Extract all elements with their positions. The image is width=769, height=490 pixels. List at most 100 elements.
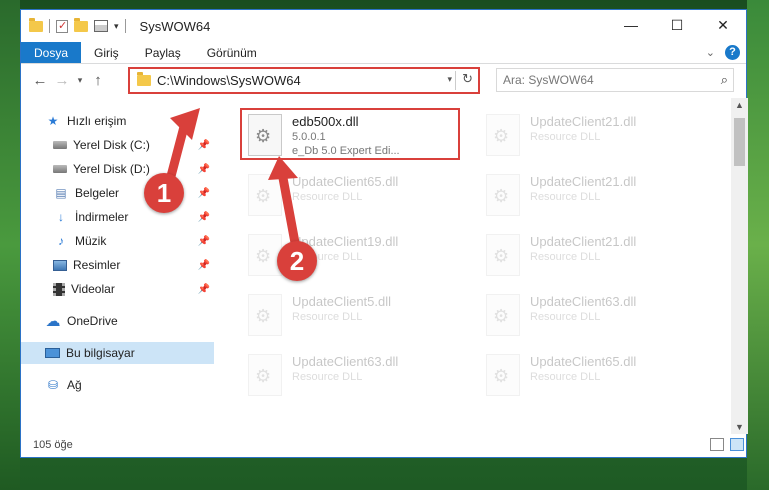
file-item[interactable]: UpdateClient19.dllResource DLL <box>242 230 462 282</box>
file-item[interactable]: UpdateClient5.dll Resource DLL <box>242 290 462 342</box>
network-icon: ⛁ <box>47 378 59 392</box>
file-item[interactable]: UpdateClient21.dll Resource DLL <box>480 230 700 282</box>
status-bar: 105 öğe <box>21 433 748 457</box>
sidebar-item-downloads[interactable]: ↓ İndirmeler 📌 <box>21 206 214 228</box>
dll-file-icon <box>486 174 520 216</box>
toolbar-divider <box>124 19 126 33</box>
back-button[interactable]: ← <box>29 72 51 89</box>
file-description: Resource DLL <box>292 311 363 323</box>
tab-file[interactable]: Dosya <box>21 42 82 63</box>
tab-view[interactable]: Görünüm <box>194 42 270 63</box>
address-dropdown-icon[interactable]: ▾ <box>447 74 452 85</box>
computer-icon <box>45 348 60 358</box>
window-controls: — ☐ ✕ <box>608 10 746 40</box>
ribbon-tabs: Dosya Giriş Paylaş Görünüm ⌄ ? <box>21 42 746 64</box>
minimize-button[interactable]: — <box>608 10 654 40</box>
main-content: ★ Hızlı erişim Yerel Disk (C:) 📌 Yerel D… <box>21 98 748 434</box>
sidebar-item-quick-access[interactable]: ★ Hızlı erişim <box>21 110 214 132</box>
pin-icon[interactable]: 📌 <box>198 188 210 199</box>
sidebar-item-pictures[interactable]: Resimler 📌 <box>21 254 214 276</box>
ribbon-right-controls: ⌄ ? <box>706 45 740 60</box>
file-item[interactable]: UpdateClient21.dll Resource DLL <box>480 110 700 162</box>
pin-icon[interactable]: 📌 <box>198 260 210 271</box>
file-description: e_Db 5.0 Expert Edi... <box>292 145 400 157</box>
pin-icon[interactable]: 📌 <box>198 212 210 223</box>
pin-icon[interactable]: 📌 <box>198 164 210 175</box>
close-button[interactable]: ✕ <box>700 10 746 40</box>
search-input[interactable]: Ara: SysWOW64 ⌕ <box>496 68 734 92</box>
address-divider <box>455 71 456 90</box>
maximize-button[interactable]: ☐ <box>654 10 700 40</box>
customize-toolbar-dropdown[interactable]: ▾ <box>114 21 119 32</box>
pin-icon[interactable]: 📌 <box>198 236 210 247</box>
large-icons-view-icon[interactable] <box>730 438 744 451</box>
desktop-background-right <box>747 0 769 490</box>
file-description: Resource DLL <box>530 371 601 383</box>
star-icon: ★ <box>47 114 59 128</box>
scrollbar-thumb[interactable] <box>734 118 745 166</box>
tab-home[interactable]: Giriş <box>81 42 132 63</box>
sidebar-item-label: Yerel Disk (D:) <box>73 162 150 176</box>
title-bar: ▾ SysWOW64 — ☐ ✕ <box>21 10 746 42</box>
search-icon[interactable]: ⌕ <box>721 69 728 91</box>
toolbar-divider <box>49 19 50 33</box>
file-item[interactable]: UpdateClient21.dll Resource DLL <box>480 170 700 222</box>
sidebar-item-label: Ağ <box>67 378 82 392</box>
pin-icon[interactable]: 📌 <box>198 284 210 295</box>
file-name: UpdateClient5.dll <box>292 294 392 309</box>
sidebar-item-documents[interactable]: ▤ Belgeler 📌 <box>21 182 214 204</box>
expand-ribbon-chevron-icon[interactable]: ⌄ <box>706 46 715 59</box>
refresh-icon[interactable]: ↻ <box>462 71 473 87</box>
file-item[interactable]: UpdateClient65.dll Resource DLL <box>242 170 462 222</box>
scroll-down-icon[interactable]: ▼ <box>731 422 748 432</box>
file-name: UpdateClient63.dll <box>292 354 399 369</box>
details-view-icon[interactable] <box>710 438 724 451</box>
file-item-edb500x[interactable]: edb500x.dll 5.0.0.1 e_Db 5.0 Expert Edi.… <box>240 108 460 160</box>
view-options-icon[interactable] <box>94 20 108 32</box>
sidebar-item-label: İndirmeler <box>75 210 129 224</box>
search-placeholder: Ara: SysWOW64 <box>503 73 594 87</box>
tab-share[interactable]: Paylaş <box>132 42 194 63</box>
sidebar-item-label: Hızlı erişim <box>67 114 127 128</box>
file-item[interactable]: UpdateClient65.dll Resource DLL <box>480 350 700 402</box>
window-title: SysWOW64 <box>139 18 211 34</box>
sidebar-item-label: Bu bilgisayar <box>66 346 135 360</box>
callout-badge-2: 2 <box>277 241 317 281</box>
sidebar-item-this-pc[interactable]: Bu bilgisayar <box>21 342 214 364</box>
properties-check-icon[interactable] <box>56 19 68 33</box>
file-item[interactable]: UpdateClient63.dll Resource DLL <box>480 290 700 342</box>
sidebar-item-music[interactable]: ♪ Müzik 📌 <box>21 230 214 252</box>
sidebar-item-network[interactable]: ⛁ Ağ <box>21 374 214 396</box>
sidebar-item-label: Belgeler <box>75 186 120 200</box>
new-folder-icon[interactable] <box>74 17 88 32</box>
desktop-background-left <box>0 0 20 490</box>
callout-badge-1: 1 <box>144 173 184 213</box>
recent-locations-dropdown[interactable]: ▾ <box>73 75 87 86</box>
videos-icon <box>53 282 65 296</box>
address-path[interactable]: C:\Windows\SysWOW64 <box>157 73 301 88</box>
folder-icon <box>29 17 43 32</box>
sidebar-item-onedrive[interactable]: ☁ OneDrive <box>21 310 214 332</box>
sidebar-item-local-disk-c[interactable]: Yerel Disk (C:) 📌 <box>21 134 214 156</box>
disk-icon <box>53 165 67 173</box>
dll-file-icon <box>248 174 282 216</box>
vertical-scrollbar[interactable]: ▲ ▼ <box>731 98 748 434</box>
file-item[interactable]: UpdateClient63.dll Resource DLL <box>242 350 462 402</box>
pin-icon[interactable]: 📌 <box>198 140 210 151</box>
help-icon[interactable]: ? <box>725 45 740 60</box>
up-button[interactable]: ↑ <box>87 72 109 89</box>
sidebar-item-label: Müzik <box>75 234 107 248</box>
dll-file-icon <box>486 354 520 396</box>
sidebar-item-label: Yerel Disk (C:) <box>73 138 150 152</box>
file-name: UpdateClient65.dll <box>530 354 637 369</box>
sidebar-item-videos[interactable]: Videolar 📌 <box>21 278 214 300</box>
explorer-window: ▾ SysWOW64 — ☐ ✕ Dosya Giriş Paylaş Görü… <box>20 9 748 458</box>
sidebar-item-label: OneDrive <box>67 314 118 328</box>
scroll-up-icon[interactable]: ▲ <box>731 100 748 110</box>
view-toggle <box>710 438 744 451</box>
document-icon: ▤ <box>55 186 67 200</box>
forward-button[interactable]: → <box>51 72 73 89</box>
item-count: 105 öğe <box>33 439 73 451</box>
sidebar-item-local-disk-d[interactable]: Yerel Disk (D:) 📌 <box>21 158 214 180</box>
address-bar[interactable]: C:\Windows\SysWOW64 ▾ ↻ <box>128 67 480 94</box>
